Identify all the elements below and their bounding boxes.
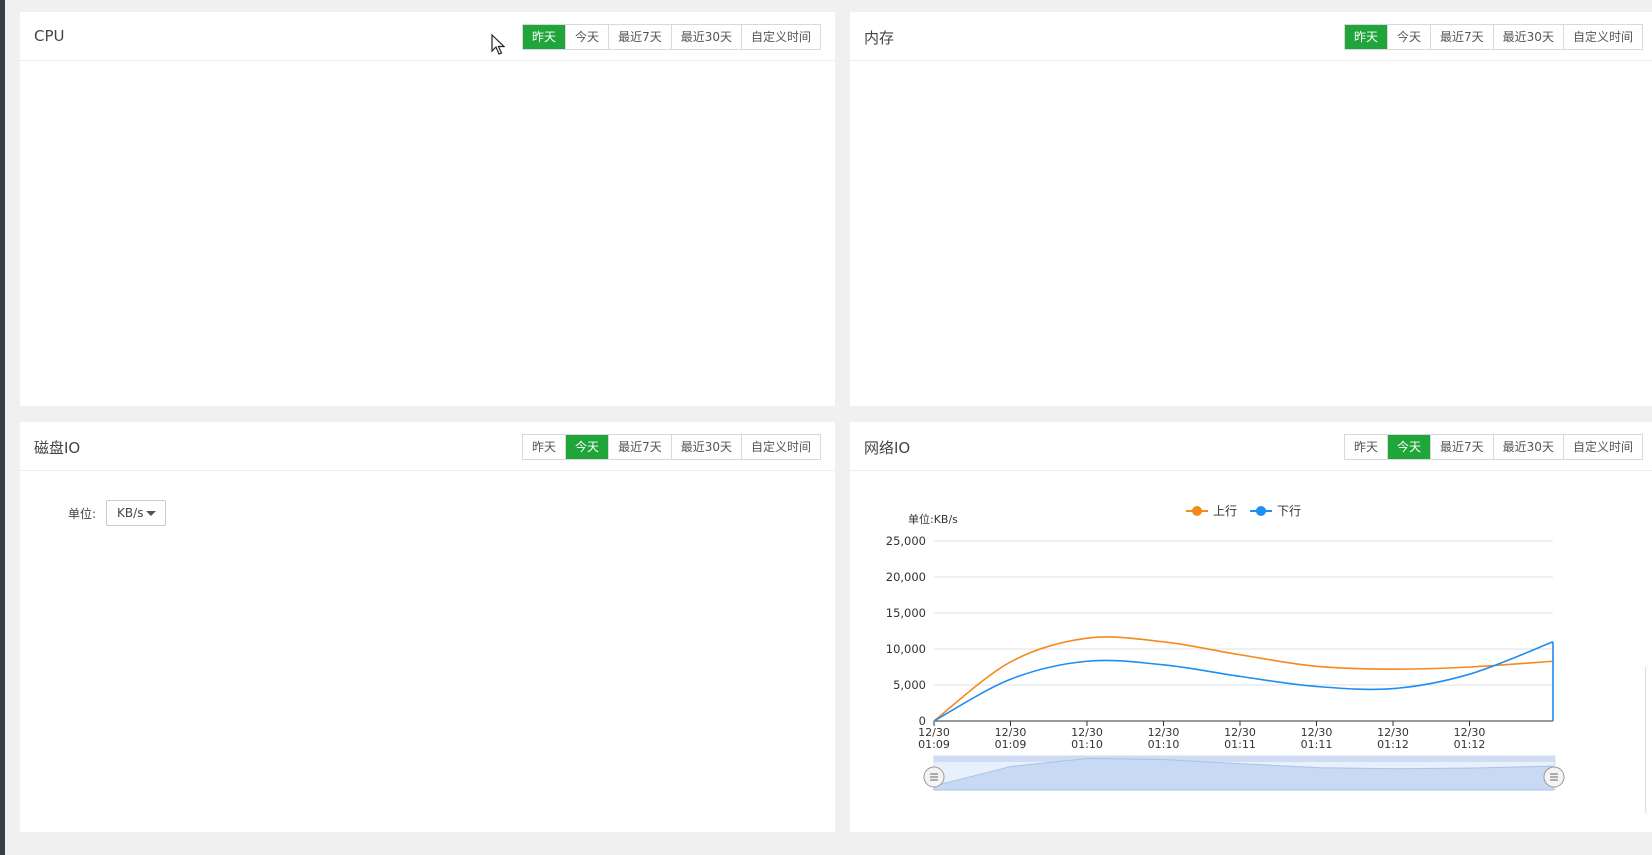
cpu-custom-time-button[interactable]: 自定义时间 bbox=[740, 25, 820, 49]
network-last-30-days-button[interactable]: 最近30天 bbox=[1492, 435, 1563, 459]
cpu-range-group: 昨天 今天 最近7天 最近30天 自定义时间 bbox=[522, 24, 821, 50]
network-io-panel-header: 网络IO 昨天 今天 最近7天 最近30天 自定义时间 bbox=[850, 422, 1652, 471]
cpu-panel: CPU 昨天 今天 最近7天 最近30天 自定义时间 bbox=[20, 12, 835, 406]
cpu-panel-title: CPU bbox=[34, 27, 65, 45]
memory-yesterday-button[interactable]: 昨天 bbox=[1345, 25, 1388, 49]
cpu-panel-header: CPU 昨天 今天 最近7天 最近30天 自定义时间 bbox=[20, 12, 835, 61]
network-io-panel-title: 网络IO bbox=[864, 439, 911, 457]
network-last-7-days-button[interactable]: 最近7天 bbox=[1430, 435, 1493, 459]
x-tick-label-time: 01:11 bbox=[1301, 738, 1333, 751]
disk-io-panel-title: 磁盘IO bbox=[34, 439, 81, 457]
series-line-up bbox=[933, 636, 1554, 722]
cpu-yesterday-button[interactable]: 昨天 bbox=[523, 25, 566, 49]
network-io-chart: 05,00010,00015,00020,00025,000单位:KB/s12/… bbox=[886, 504, 1565, 791]
memory-last-30-days-button[interactable]: 最近30天 bbox=[1492, 25, 1563, 49]
network-io-panel: 网络IO 昨天 今天 最近7天 最近30天 自定义时间 0 5,000 10,000 15,0… bbox=[850, 422, 1652, 832]
network-range-group: 昨天 今天 最近7天 最近30天 自定义时间 bbox=[1344, 434, 1643, 460]
side-handle[interactable] bbox=[1645, 665, 1652, 815]
disk-unit-value: KB/s bbox=[117, 506, 144, 520]
memory-range-group: 昨天 今天 最近7天 最近30天 自定义时间 bbox=[1344, 24, 1643, 50]
legend-label: 上行 bbox=[1213, 504, 1237, 518]
memory-custom-time-button[interactable]: 自定义时间 bbox=[1562, 25, 1642, 49]
network-today-button[interactable]: 今天 bbox=[1387, 435, 1431, 459]
disk-custom-time-button[interactable]: 自定义时间 bbox=[740, 435, 820, 459]
disk-io-panel: 磁盘IO 昨天 今天 最近7天 最近30天 自定义时间 单位: KB/s bbox=[20, 422, 835, 832]
caret-down-icon bbox=[146, 511, 157, 516]
legend-marker bbox=[1192, 506, 1202, 516]
y-tick-label: 20,000 bbox=[886, 570, 926, 584]
x-tick-label-time: 01:09 bbox=[918, 738, 950, 751]
x-tick-label-time: 01:10 bbox=[1071, 738, 1103, 751]
cpu-last-7-days-button[interactable]: 最近7天 bbox=[608, 25, 671, 49]
legend-label: 下行 bbox=[1277, 504, 1301, 518]
memory-last-7-days-button[interactable]: 最近7天 bbox=[1430, 25, 1493, 49]
legend-marker bbox=[1256, 506, 1266, 516]
disk-yesterday-button[interactable]: 昨天 bbox=[523, 435, 566, 459]
left-window-edge bbox=[0, 0, 5, 855]
disk-range-group: 昨天 今天 最近7天 最近30天 自定义时间 bbox=[522, 434, 821, 460]
x-tick-label-time: 01:12 bbox=[1454, 738, 1486, 751]
disk-last-30-days-button[interactable]: 最近30天 bbox=[670, 435, 741, 459]
x-tick-label-time: 01:11 bbox=[1224, 738, 1256, 751]
memory-panel-header: 内存 昨天 今天 最近7天 最近30天 自定义时间 bbox=[850, 12, 1652, 61]
disk-unit-row: 单位: KB/s bbox=[68, 500, 167, 526]
cpu-last-30-days-button[interactable]: 最近30天 bbox=[670, 25, 741, 49]
network-custom-time-button[interactable]: 自定义时间 bbox=[1562, 435, 1642, 459]
mouse-cursor-icon bbox=[491, 34, 505, 55]
y-axis-unit-label: 单位:KB/s bbox=[908, 512, 958, 526]
memory-panel-title: 内存 bbox=[864, 29, 895, 47]
memory-panel: 内存 昨天 今天 最近7天 最近30天 自定义时间 bbox=[850, 12, 1652, 406]
disk-unit-select[interactable]: KB/s bbox=[106, 500, 167, 526]
y-tick-label: 5,000 bbox=[893, 678, 926, 692]
disk-today-button[interactable]: 今天 bbox=[565, 435, 609, 459]
network-yesterday-button[interactable]: 昨天 bbox=[1345, 435, 1388, 459]
x-tick-label-time: 01:10 bbox=[1148, 738, 1180, 751]
memory-today-button[interactable]: 今天 bbox=[1387, 25, 1431, 49]
x-tick-label-time: 01:12 bbox=[1377, 738, 1409, 751]
disk-io-panel-header: 磁盘IO 昨天 今天 最近7天 最近30天 自定义时间 bbox=[20, 422, 835, 471]
y-tick-label: 10,000 bbox=[886, 642, 926, 656]
cpu-today-button[interactable]: 今天 bbox=[565, 25, 609, 49]
disk-unit-label: 单位: bbox=[68, 506, 97, 521]
disk-last-7-days-button[interactable]: 最近7天 bbox=[608, 435, 671, 459]
y-tick-label: 25,000 bbox=[886, 534, 926, 548]
y-tick-label: 15,000 bbox=[886, 606, 926, 620]
datazoom-top-bar bbox=[934, 756, 1555, 762]
x-tick-label-time: 01:09 bbox=[995, 738, 1027, 751]
